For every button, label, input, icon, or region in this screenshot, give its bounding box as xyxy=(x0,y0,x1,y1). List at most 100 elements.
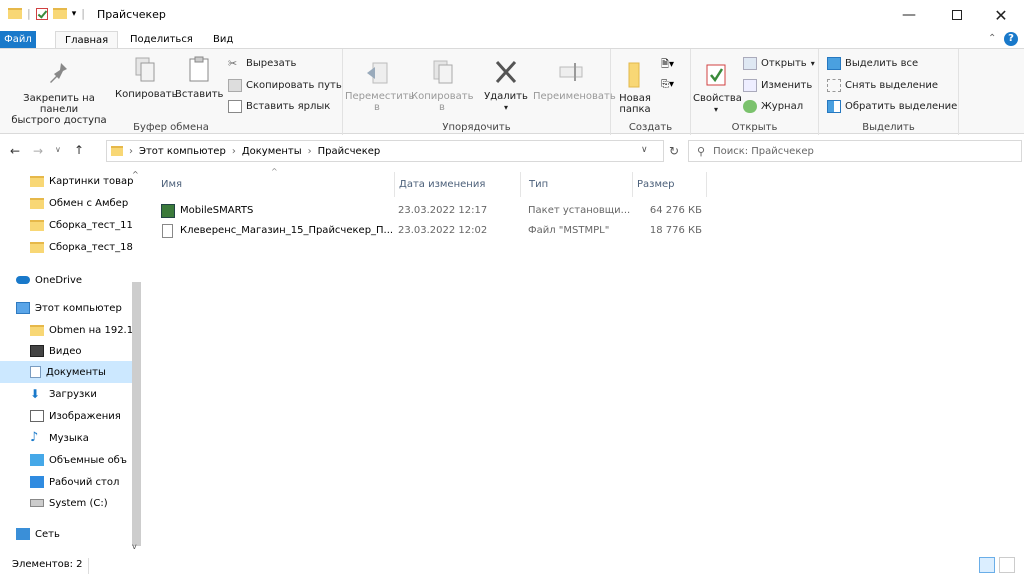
forward-arrow-icon[interactable]: → xyxy=(33,144,43,158)
nav-item-onedrive[interactable]: OneDrive xyxy=(0,269,140,291)
up-arrow-icon[interactable]: ↑ xyxy=(74,143,84,157)
copy-path-icon xyxy=(228,79,242,92)
select-none-label: Снять выделение xyxy=(845,80,939,91)
search-icon: ⚲ xyxy=(697,144,706,158)
recent-locations-icon[interactable]: ∨ xyxy=(55,145,61,154)
address-bar[interactable]: › Этот компьютер › Документы › Прайсчеке… xyxy=(106,140,664,162)
new-folder-button[interactable]: Новая папка xyxy=(617,59,653,115)
refresh-icon[interactable]: ↻ xyxy=(669,144,679,158)
breadcrumb-separator-icon[interactable]: › xyxy=(232,146,236,157)
back-arrow-icon[interactable]: ← xyxy=(10,144,20,158)
nav-item-label: Obmen на 192.1 xyxy=(49,324,134,336)
scroll-down-icon[interactable]: v xyxy=(132,542,137,551)
tab-file[interactable]: Файл xyxy=(0,31,36,48)
column-modified[interactable]: Дата изменения xyxy=(393,172,521,197)
select-all-button[interactable]: Выделить все xyxy=(827,57,918,70)
breadcrumb-this-pc[interactable]: Этот компьютер xyxy=(139,146,226,157)
edit-icon xyxy=(743,79,757,92)
tab-home[interactable]: Главная xyxy=(55,31,119,49)
breadcrumb-pricechecker[interactable]: Прайсчекер xyxy=(318,146,381,157)
create-group: Новая папка 🗎▾ ⎘▾ Создать xyxy=(611,49,691,135)
nav-item-system-drive[interactable]: System (C:) xyxy=(0,492,140,514)
computer-icon xyxy=(16,302,30,314)
nav-item-folder[interactable]: Обмен с Амбер xyxy=(0,192,140,214)
nav-scrollbar[interactable]: ^ v xyxy=(130,170,143,554)
nav-item-downloads[interactable]: ⬇ Загрузки xyxy=(0,383,140,405)
scissors-icon: ✂ xyxy=(228,57,238,70)
cut-label: Вырезать xyxy=(246,58,297,69)
new-folder-icon xyxy=(623,59,647,89)
properties-button[interactable]: Свойства ▾ xyxy=(693,59,742,115)
invert-selection-button[interactable]: Обратить выделение xyxy=(827,100,957,113)
pin-label-1: Закрепить на панели xyxy=(23,93,95,115)
move-to-button[interactable]: Переместить в xyxy=(345,57,415,113)
large-icons-view-icon[interactable] xyxy=(999,557,1015,573)
customize-qat-icon[interactable]: ▾ xyxy=(72,9,77,19)
column-type[interactable]: Тип xyxy=(523,172,633,197)
history-button[interactable]: Журнал xyxy=(743,100,803,113)
copy-button[interactable]: Копировать xyxy=(115,55,177,100)
cut-button[interactable]: ✂ Вырезать xyxy=(228,57,296,70)
tab-share[interactable]: Поделиться xyxy=(121,31,202,48)
nav-item-folder[interactable]: Картинки товар xyxy=(0,170,140,192)
properties-check-icon[interactable] xyxy=(35,7,48,20)
nav-item-desktop[interactable]: Рабочий стол xyxy=(0,471,140,493)
paste-button[interactable]: Вставить xyxy=(175,55,223,100)
easy-access-icon[interactable]: ⎘▾ xyxy=(661,79,674,90)
nav-item-folder[interactable]: Сборка_тест_18 xyxy=(0,236,140,258)
nav-item-3d-objects[interactable]: Объемные объ xyxy=(0,449,140,471)
open-group: Свойства ▾ Открыть ▾ Изменить Журнал Откр… xyxy=(691,49,819,135)
copy-to-icon xyxy=(430,57,454,87)
copy-to-button[interactable]: Копировать в xyxy=(411,57,473,113)
breadcrumb-separator-icon[interactable]: › xyxy=(308,146,312,157)
column-size[interactable]: Размер xyxy=(631,172,707,197)
select-none-button[interactable]: Снять выделение xyxy=(827,79,938,92)
nav-item-pictures[interactable]: Изображения xyxy=(0,405,140,427)
file-modified: 23.03.2022 12:17 xyxy=(398,205,488,216)
rename-button[interactable]: Переименовать xyxy=(533,57,616,102)
help-icon[interactable]: ? xyxy=(1004,32,1018,46)
new-folder-icon[interactable] xyxy=(52,8,67,19)
nav-item-music[interactable]: ♪ Музыка xyxy=(0,427,140,449)
nav-item-label: Рабочий стол xyxy=(49,476,120,488)
paste-shortcut-button[interactable]: Вставить ярлык xyxy=(228,100,330,113)
file-row[interactable]: Клеверенс_Магазин_15_Прайсчекер_П... 23.… xyxy=(158,221,708,241)
properties-check-icon xyxy=(704,59,728,89)
nav-item-documents[interactable]: Документы xyxy=(0,361,140,383)
open-button[interactable]: Открыть ▾ xyxy=(743,57,815,70)
delete-button[interactable]: Удалить ▾ xyxy=(479,57,533,113)
address-dropdown-icon[interactable]: ∨ xyxy=(641,145,648,155)
new-item-icon[interactable]: 🗎▾ xyxy=(661,57,674,74)
select-none-icon xyxy=(827,79,841,92)
pin-quick-access-button[interactable]: Закрепить на панели быстрого доступа xyxy=(6,59,112,126)
close-button[interactable]: ✕ xyxy=(978,0,1024,30)
breadcrumb-separator-icon[interactable]: › xyxy=(129,146,133,157)
nav-item-network-drive[interactable]: Obmen на 192.1 xyxy=(0,319,140,341)
column-name[interactable]: Имя xyxy=(155,172,395,197)
nav-item-network[interactable]: Сеть xyxy=(0,523,140,545)
copy-to-label-1: Копировать xyxy=(411,91,474,102)
scrollbar-thumb[interactable] xyxy=(132,282,141,546)
nav-item-label: Этот компьютер xyxy=(35,302,122,314)
breadcrumb-documents[interactable]: Документы xyxy=(242,146,302,157)
delete-dropdown-icon[interactable]: ▾ xyxy=(479,102,533,113)
file-row[interactable]: MobileSMARTS 23.03.2022 12:17 Пакет уста… xyxy=(158,201,708,221)
cloud-icon xyxy=(16,276,30,284)
collapse-ribbon-icon[interactable]: ⌃ xyxy=(988,33,996,44)
copy-path-label: Скопировать путь xyxy=(246,80,342,91)
nav-item-videos[interactable]: Видео xyxy=(0,340,140,362)
minimize-button[interactable]: — xyxy=(886,0,932,30)
new-folder-label-2: папка xyxy=(619,104,651,115)
nav-item-this-pc[interactable]: Этот компьютер xyxy=(0,297,140,319)
copy-path-button[interactable]: Скопировать путь xyxy=(228,79,342,92)
move-to-label-1: Переместить xyxy=(345,91,415,102)
details-view-icon[interactable] xyxy=(979,557,995,573)
scroll-up-icon[interactable]: ^ xyxy=(132,170,139,179)
nav-item-folder[interactable]: Сборка_тест_11 xyxy=(0,214,140,236)
nav-item-label: Загрузки xyxy=(49,388,97,400)
tab-view[interactable]: Вид xyxy=(204,31,242,48)
search-box[interactable]: ⚲ Поиск: Прайсчекер xyxy=(688,140,1022,162)
maximize-button[interactable] xyxy=(934,0,980,30)
properties-dropdown-icon[interactable]: ▾ xyxy=(693,104,739,115)
edit-button[interactable]: Изменить xyxy=(743,79,812,92)
